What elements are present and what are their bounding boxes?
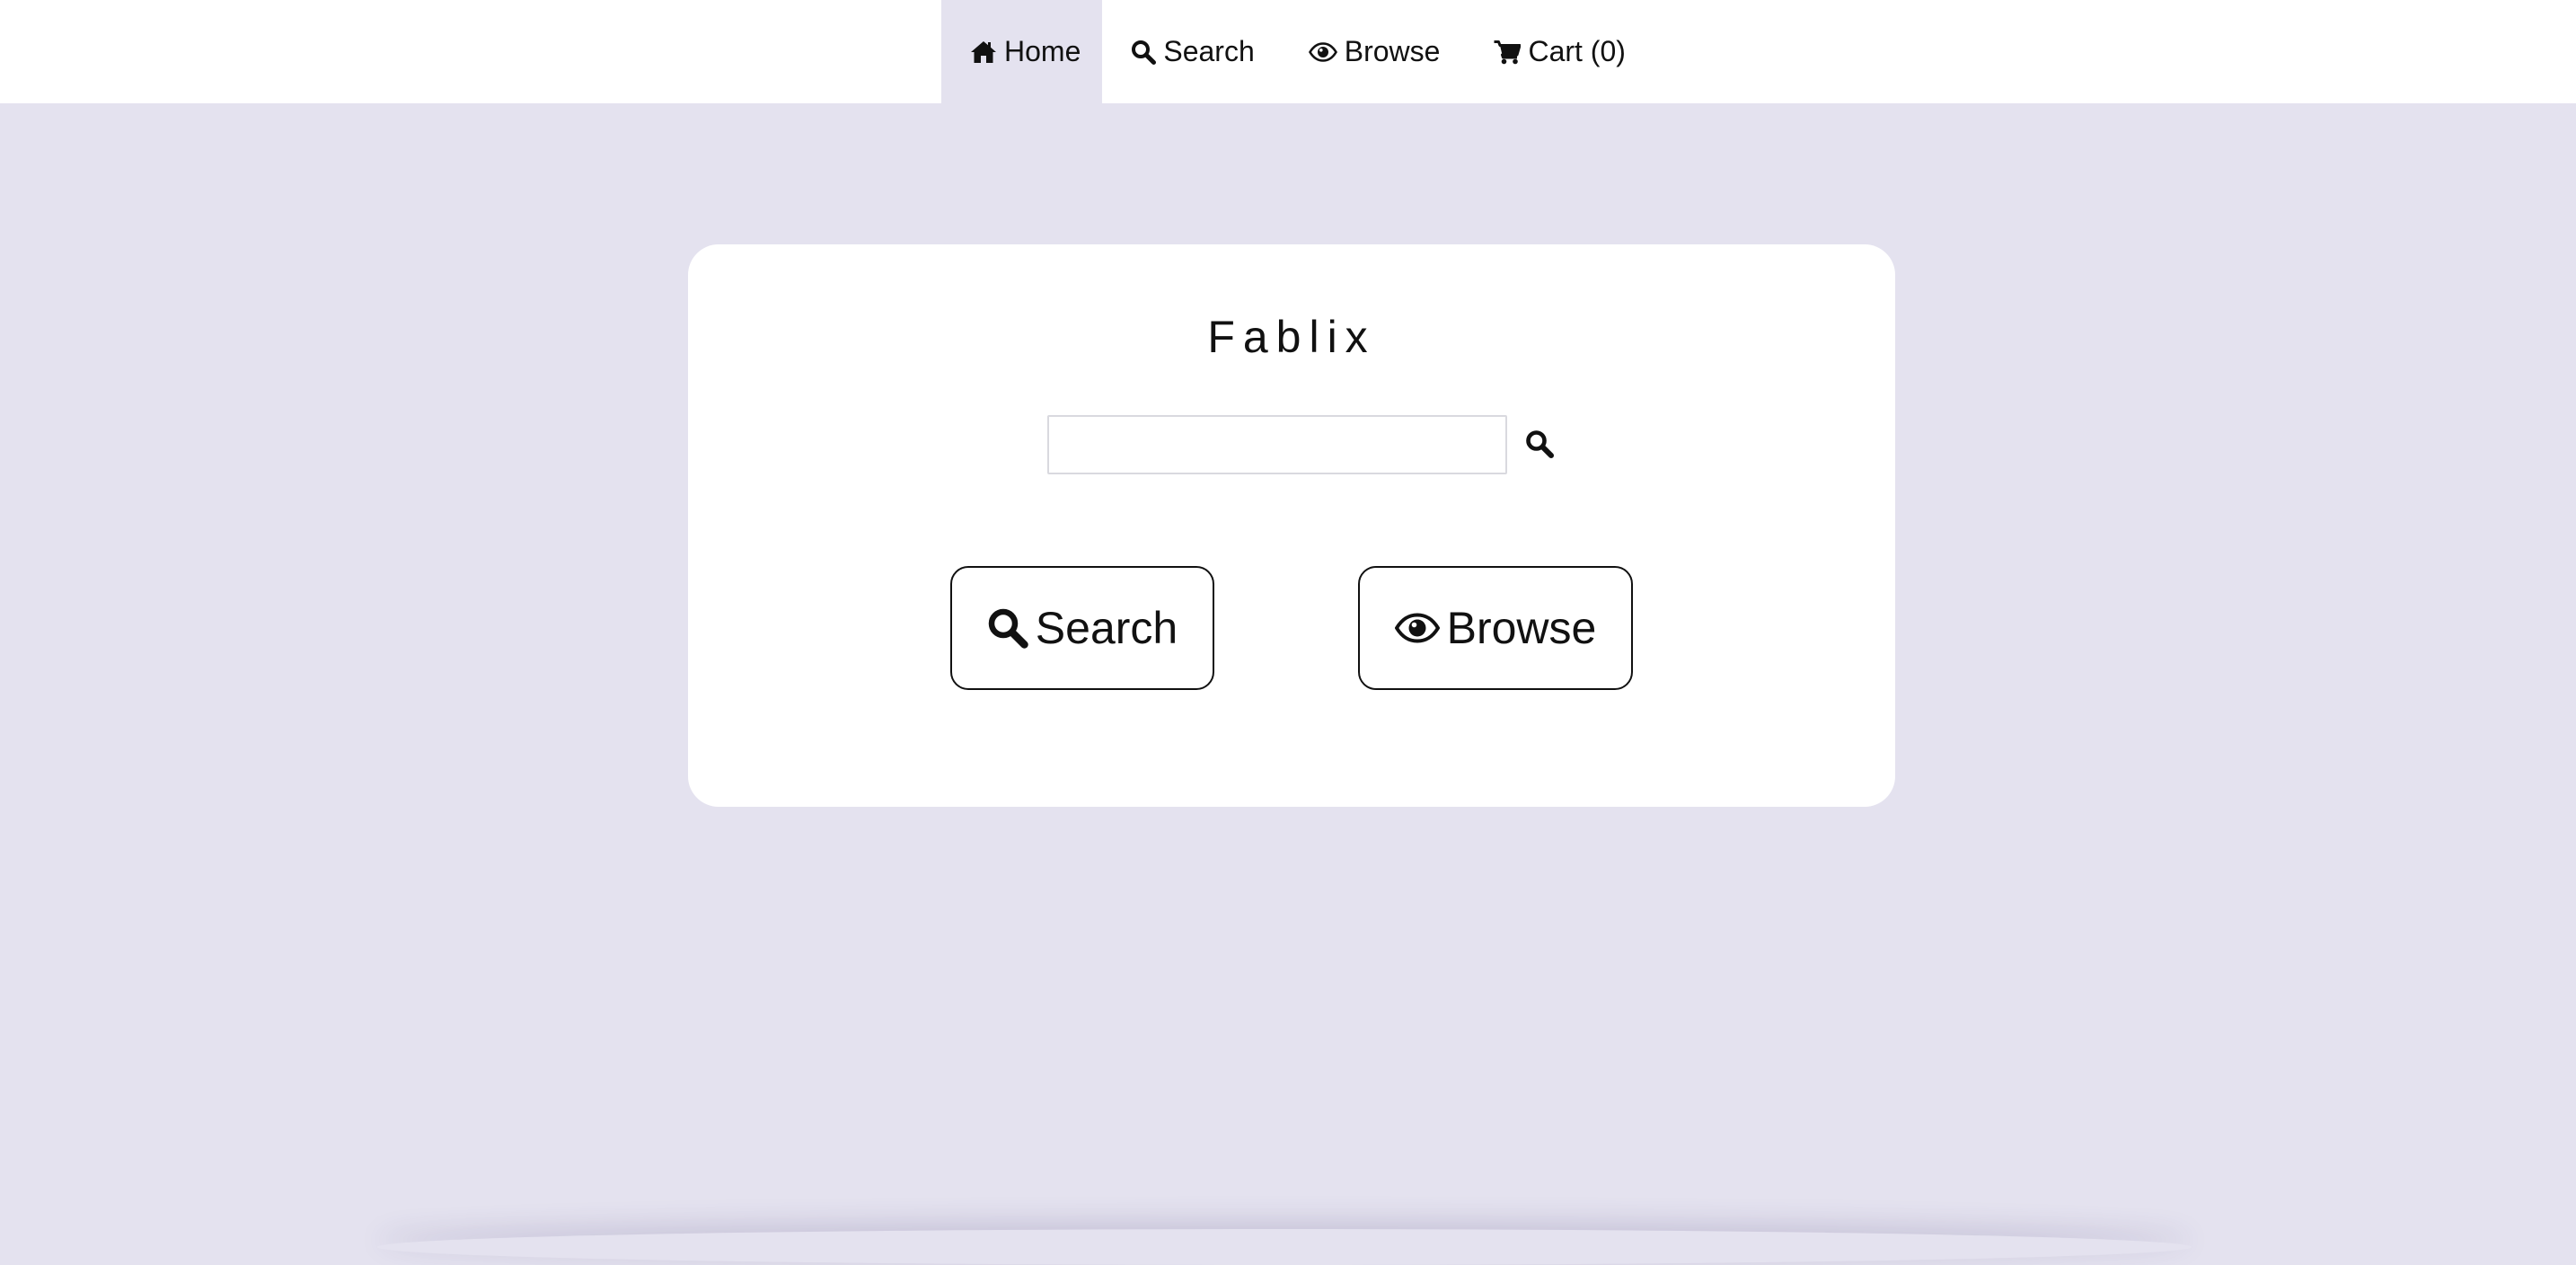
search-button[interactable]: Search: [950, 566, 1214, 690]
browse-button-label: Browse: [1446, 603, 1597, 653]
top-navbar: Home Search Browse Cart (0): [0, 0, 2576, 103]
nav-item-label: Browse: [1344, 35, 1441, 67]
cart-icon: [1494, 40, 1522, 65]
search-icon: [987, 607, 1028, 649]
main-card: Fablix Search Browse: [688, 244, 1895, 807]
search-submit-button[interactable]: [1523, 429, 1556, 461]
nav-item-search[interactable]: Search: [1102, 0, 1279, 103]
eye-icon: [1308, 41, 1337, 62]
footer-shadow: [377, 1229, 2192, 1265]
brand-title: Fablix: [1207, 312, 1376, 362]
nav-menu: Home Search Browse Cart (0): [941, 0, 1651, 103]
search-icon: [1131, 40, 1157, 65]
nav-item-cart[interactable]: Cart (0): [1465, 0, 1650, 103]
nav-item-home[interactable]: Home: [941, 0, 1103, 103]
search-button-label: Search: [1035, 603, 1178, 653]
nav-item-label: Home: [1004, 35, 1081, 67]
home-icon: [970, 40, 997, 64]
search-input[interactable]: [1047, 415, 1507, 474]
browse-button[interactable]: Browse: [1358, 566, 1633, 690]
eye-icon: [1394, 613, 1440, 643]
nav-item-label: Cart (0): [1528, 35, 1626, 67]
nav-item-browse[interactable]: Browse: [1280, 0, 1466, 103]
search-icon: [1525, 429, 1554, 461]
nav-item-label: Search: [1163, 35, 1255, 67]
search-bar: [1047, 413, 1556, 476]
